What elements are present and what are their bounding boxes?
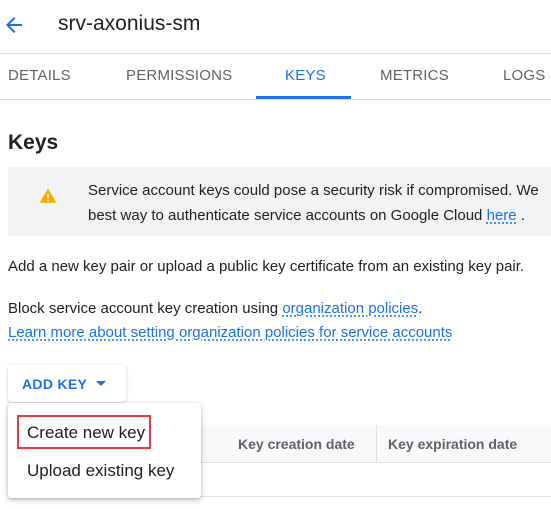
tab-bar: DETAILS PERMISSIONS KEYS METRICS LOGS	[0, 53, 551, 100]
tab-logs[interactable]: LOGS	[503, 67, 545, 84]
tab-metrics[interactable]: METRICS	[380, 67, 449, 84]
banner-text: Service account keys could pose a securi…	[88, 178, 539, 228]
column-divider	[376, 425, 377, 462]
policy-text: Block service account key creation using…	[8, 300, 422, 317]
column-header-creation-date[interactable]: Key creation date	[238, 436, 355, 452]
banner-here-link[interactable]: here	[487, 207, 517, 224]
table-divider	[200, 496, 551, 497]
add-key-label: ADD KEY	[22, 376, 88, 392]
active-tab-indicator	[256, 96, 351, 99]
column-header-expiration-date[interactable]: Key expiration date	[388, 436, 517, 452]
warning-icon	[39, 188, 57, 203]
menu-item-upload-existing-key[interactable]: Upload existing key	[27, 461, 174, 481]
banner-line-1: Service account keys could pose a securi…	[88, 182, 539, 199]
banner-line-2-end: .	[516, 207, 525, 224]
banner-line-2: best way to authenticate service account…	[88, 207, 487, 224]
page-header: srv-axonius-sm	[0, 0, 551, 52]
add-key-menu: Create new key Upload existing key	[8, 403, 201, 498]
learn-more-policies-line: Learn more about setting organization po…	[8, 324, 452, 341]
page-title: srv-axonius-sm	[58, 12, 201, 35]
organization-policies-link[interactable]: organization policies	[282, 300, 418, 317]
policy-suffix: .	[418, 300, 423, 317]
highlight-box	[17, 415, 151, 449]
tab-permissions[interactable]: PERMISSIONS	[126, 67, 232, 84]
tab-keys[interactable]: KEYS	[285, 67, 326, 84]
keys-table-header: Key creation date Key expiration date	[200, 425, 551, 463]
warning-banner: Service account keys could pose a securi…	[8, 167, 551, 236]
policy-prefix: Block service account key creation using	[8, 300, 283, 317]
tab-details[interactable]: DETAILS	[8, 67, 71, 84]
learn-more-policies-link[interactable]: Learn more about setting organization po…	[8, 324, 452, 341]
arrow-back-icon[interactable]	[2, 13, 26, 37]
chevron-down-icon	[96, 381, 106, 386]
add-key-button[interactable]: ADD KEY	[8, 365, 126, 402]
section-title: Keys	[8, 131, 59, 154]
description-text: Add a new key pair or upload a public ke…	[8, 258, 525, 275]
